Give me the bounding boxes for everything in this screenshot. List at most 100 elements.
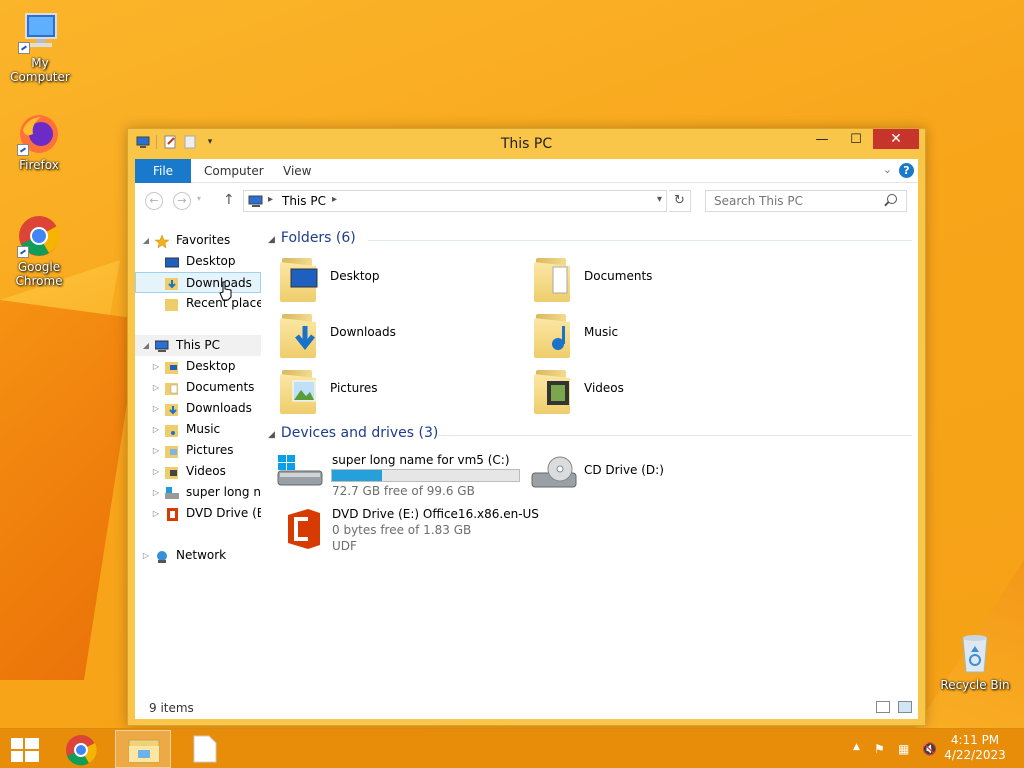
drive-usage-bar xyxy=(331,469,520,482)
drive-e[interactable]: DVD Drive (E:) Office16.x86.en-US 0 byte… xyxy=(276,505,539,555)
expand-arrow-icon[interactable]: ▷ xyxy=(151,356,161,377)
folder-icon xyxy=(165,360,179,374)
ribbon: File Computer View ⌄ ? xyxy=(135,159,918,183)
nav-this-pc-videos[interactable]: ▷ Videos xyxy=(135,461,261,482)
desktop-icon-label: Firefox xyxy=(19,158,59,172)
group-header-folders[interactable]: ◢ Folders (6) xyxy=(268,230,356,246)
refresh-button[interactable]: ↻ xyxy=(669,190,691,212)
search-input[interactable] xyxy=(705,190,907,212)
nav-this-pc-drive-c[interactable]: ▷ super long name for vm5 (C:) xyxy=(135,482,261,503)
search-icon[interactable] xyxy=(887,194,897,204)
network-icon xyxy=(155,549,169,563)
tab-view[interactable]: View xyxy=(283,159,311,183)
nav-favorites-recent-places[interactable]: Recent places xyxy=(135,293,261,314)
folder-pictures[interactable]: Pictures xyxy=(280,366,520,418)
clock[interactable]: 4:11 PM 4/22/2023 xyxy=(940,733,1010,763)
expand-arrow-icon[interactable]: ▷ xyxy=(151,482,161,503)
expand-ribbon-icon[interactable]: ⌄ xyxy=(883,163,892,176)
office-icon xyxy=(288,509,320,549)
explorer-window[interactable]: ▾ This PC — ☐ ✕ File Computer View ⌄ ? ←… xyxy=(127,128,926,726)
expand-arrow-icon[interactable]: ▷ xyxy=(151,419,161,440)
volume-muted-icon[interactable]: 🔇 xyxy=(922,742,937,756)
minimize-button[interactable]: — xyxy=(805,129,839,149)
folder-downloads[interactable]: Downloads xyxy=(280,310,520,362)
taskbar-document[interactable] xyxy=(177,730,233,768)
nav-label: Pictures xyxy=(186,443,234,457)
clock-time: 4:11 PM xyxy=(950,733,1000,747)
desktop-icon xyxy=(164,255,180,268)
tab-computer[interactable]: Computer xyxy=(204,159,264,183)
nav-label: This PC xyxy=(176,338,220,352)
nav-this-pc-desktop[interactable]: ▷ Desktop xyxy=(135,356,261,377)
nav-favorites-desktop[interactable]: Desktop xyxy=(135,251,261,272)
folder-desktop[interactable]: Desktop xyxy=(280,254,520,306)
drive-usage-fill xyxy=(332,470,383,481)
recent-locations-dropdown[interactable]: ▾ xyxy=(197,194,201,203)
show-hidden-icons-icon[interactable]: ▲ xyxy=(853,742,860,752)
details-view-icon[interactable] xyxy=(876,701,890,713)
expand-arrow-icon[interactable]: ▷ xyxy=(141,545,151,566)
taskbar-chrome[interactable] xyxy=(54,730,110,768)
folder-documents[interactable]: Documents xyxy=(534,254,774,306)
group-divider xyxy=(368,240,912,241)
back-button[interactable]: ← xyxy=(145,192,163,210)
drive-d[interactable]: CD Drive (D:) xyxy=(530,449,770,497)
videos-folder-icon xyxy=(534,366,574,414)
start-button[interactable] xyxy=(11,738,39,762)
nav-label: Documents xyxy=(186,380,255,394)
expand-arrow-icon[interactable]: ▷ xyxy=(151,377,161,398)
nav-network[interactable]: ▷ Network xyxy=(135,545,261,566)
expand-arrow-icon[interactable]: ▷ xyxy=(151,461,161,482)
expand-arrow-icon[interactable]: ▷ xyxy=(151,440,161,461)
title-bar[interactable]: ▾ This PC — ☐ ✕ xyxy=(128,129,925,159)
forward-button[interactable]: → xyxy=(173,192,191,210)
nav-this-pc-documents[interactable]: ▷ Documents xyxy=(135,377,261,398)
desktop-icon-my-computer[interactable]: My Computer xyxy=(0,10,80,84)
content-pane[interactable]: ◢ Folders (6) Desktop Documents Downloads… xyxy=(268,219,918,697)
close-button[interactable]: ✕ xyxy=(873,129,919,149)
group-header-devices[interactable]: ◢ Devices and drives (3) xyxy=(268,425,438,441)
address-dropdown-icon[interactable]: ▾ xyxy=(657,194,662,205)
collapse-arrow-icon[interactable]: ◢ xyxy=(268,430,275,440)
nav-favorites[interactable]: ◢ Favorites xyxy=(135,230,261,251)
folder-icon xyxy=(165,381,179,395)
folder-videos[interactable]: Videos xyxy=(534,366,774,418)
address-bar[interactable]: ▸ This PC ▸ ▾ xyxy=(243,190,667,212)
folder-music[interactable]: Music xyxy=(534,310,774,362)
folder-label: Desktop xyxy=(330,269,380,283)
expand-arrow-icon[interactable]: ▷ xyxy=(151,398,161,419)
nav-label: Desktop xyxy=(186,359,236,373)
network-tray-icon[interactable]: ▦ xyxy=(898,742,909,756)
collapse-arrow-icon[interactable]: ◢ xyxy=(141,335,151,356)
taskbar-file-explorer[interactable] xyxy=(115,730,171,768)
large-icons-view-icon[interactable] xyxy=(898,701,912,713)
navigation-pane[interactable]: ◢ Favorites Desktop Downloads Recent pla… xyxy=(135,219,261,697)
clock-date: 4/22/2023 xyxy=(944,748,1006,762)
collapse-arrow-icon[interactable]: ◢ xyxy=(268,235,275,245)
desktop-icon-firefox[interactable]: Firefox xyxy=(0,112,79,172)
nav-this-pc-dvd-e[interactable]: ▷ DVD Drive (E:) Office16.x86.en-US xyxy=(135,503,261,524)
nav-this-pc[interactable]: ◢ This PC xyxy=(135,335,261,356)
expand-arrow-icon[interactable]: ▷ xyxy=(151,503,161,524)
nav-favorites-downloads[interactable]: Downloads xyxy=(135,272,261,293)
up-button[interactable]: ↑ xyxy=(223,192,235,208)
folder-label: Downloads xyxy=(330,325,396,339)
help-button[interactable]: ? xyxy=(899,163,914,178)
breadcrumb-this-pc[interactable]: This PC xyxy=(282,194,326,208)
desktop-folder-icon xyxy=(280,254,320,302)
drive-free-space: 0 bytes free of 1.83 GB xyxy=(332,523,472,537)
taskbar: ▲ ⚑ ▦ 🔇 4:11 PM 4/22/2023 xyxy=(0,728,1024,768)
action-center-flag-icon[interactable]: ⚑ xyxy=(874,742,885,756)
nav-this-pc-downloads[interactable]: ▷ Downloads xyxy=(135,398,261,419)
pc-icon xyxy=(248,195,264,211)
nav-this-pc-pictures[interactable]: ▷ Pictures xyxy=(135,440,261,461)
desktop-icon-chrome[interactable]: Google Chrome xyxy=(0,214,79,288)
collapse-arrow-icon[interactable]: ◢ xyxy=(141,230,151,251)
maximize-button[interactable]: ☐ xyxy=(839,129,873,149)
nav-this-pc-music[interactable]: ▷ Music xyxy=(135,419,261,440)
breadcrumb-separator-icon[interactable]: ▸ xyxy=(332,194,337,205)
downloads-folder-icon xyxy=(280,310,320,358)
desktop-icon-recycle-bin[interactable]: Recycle Bin xyxy=(935,632,1015,692)
drive-c[interactable]: super long name for vm5 (C:) 72.7 GB fre… xyxy=(276,449,520,498)
tab-file[interactable]: File xyxy=(135,159,191,183)
